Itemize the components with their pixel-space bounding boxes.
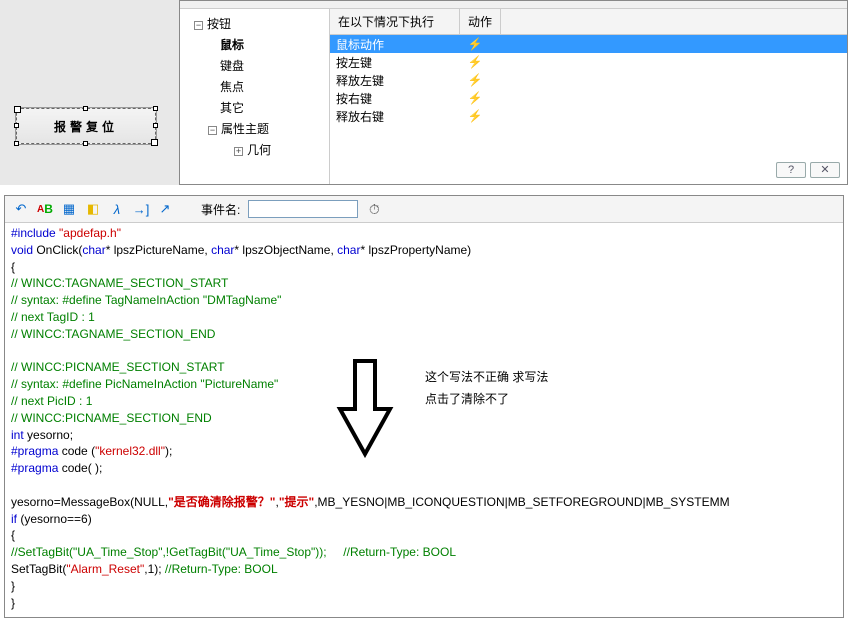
event-name-label: 事件名: <box>201 201 240 218</box>
undo-icon[interactable]: ↶ <box>13 201 29 217</box>
goto-icon[interactable]: →] <box>133 201 149 217</box>
lightning-icon: ⚡ <box>468 91 483 105</box>
tree-keyboard[interactable]: 键盘 <box>186 55 323 76</box>
tree-theme[interactable]: −属性主题 <box>186 118 323 139</box>
annotation-text: 这个写法不正确 求写法 点击了清除不了 <box>425 367 548 410</box>
tree-focus[interactable]: 焦点 <box>186 76 323 97</box>
action-row-press-right[interactable]: 按右键⚡ <box>330 89 847 107</box>
actions-header-action[interactable]: 动作 <box>460 9 501 34</box>
top-section: 报警复位 −按钮 鼠标 键盘 焦点 其它 −属性主题 +几何 在以下情况下执行 … <box>0 0 848 185</box>
action-row-press-left[interactable]: 按左键⚡ <box>330 53 847 71</box>
tree-geom[interactable]: +几何 <box>186 139 323 160</box>
close-button[interactable]: ✕ <box>810 162 840 178</box>
dialog-buttons: ? ✕ <box>776 162 840 178</box>
lambda-icon[interactable]: λ <box>109 201 125 217</box>
editor-toolbar: ↶ AB ▦ ◧ λ →] ↗ 事件名: ⏱ <box>5 196 843 223</box>
syntax-check-icon[interactable]: AB <box>37 201 53 217</box>
cube-icon[interactable]: ◧ <box>85 201 101 217</box>
code-editor: ↶ AB ▦ ◧ λ →] ↗ 事件名: ⏱ #include "apdefap… <box>4 195 844 618</box>
clock-icon[interactable]: ⏱ <box>366 201 382 217</box>
tree-misc[interactable]: 其它 <box>186 97 323 118</box>
design-canvas[interactable]: 报警复位 <box>0 0 180 185</box>
lightning-icon: ⚡ <box>468 109 483 123</box>
actions-list: 在以下情况下执行 动作 鼠标动作⚡ 按左键⚡ 释放左键⚡ 按右键⚡ 释放右键⚡ <box>330 9 847 184</box>
actions-header: 在以下情况下执行 动作 <box>330 9 847 35</box>
tree-mouse[interactable]: 鼠标 <box>186 34 323 55</box>
tree-root[interactable]: −按钮 <box>186 13 323 34</box>
event-tree[interactable]: −按钮 鼠标 键盘 焦点 其它 −属性主题 +几何 <box>180 9 330 184</box>
action-row-release-right[interactable]: 释放右键⚡ <box>330 107 847 125</box>
arrow-icon <box>335 359 395 459</box>
action-row-mouse-action[interactable]: 鼠标动作⚡ <box>330 35 847 53</box>
lightning-icon: ⚡ <box>468 37 483 51</box>
export-icon[interactable]: ↗ <box>157 201 173 217</box>
actions-header-execute[interactable]: 在以下情况下执行 <box>330 9 460 34</box>
lightning-icon: ⚡ <box>468 55 483 69</box>
props-tabbar <box>180 1 847 9</box>
event-name-input[interactable] <box>248 200 358 218</box>
properties-panel: −按钮 鼠标 键盘 焦点 其它 −属性主题 +几何 在以下情况下执行 动作 鼠标… <box>180 0 848 185</box>
compile-icon[interactable]: ▦ <box>61 201 77 217</box>
action-row-release-left[interactable]: 释放左键⚡ <box>330 71 847 89</box>
alarm-reset-button[interactable]: 报警复位 <box>16 108 156 144</box>
alarm-reset-label: 报警复位 <box>54 118 118 135</box>
lightning-icon: ⚡ <box>468 73 483 87</box>
help-button[interactable]: ? <box>776 162 806 178</box>
code-text[interactable]: #include "apdefap.h" void OnClick(char* … <box>5 223 843 617</box>
